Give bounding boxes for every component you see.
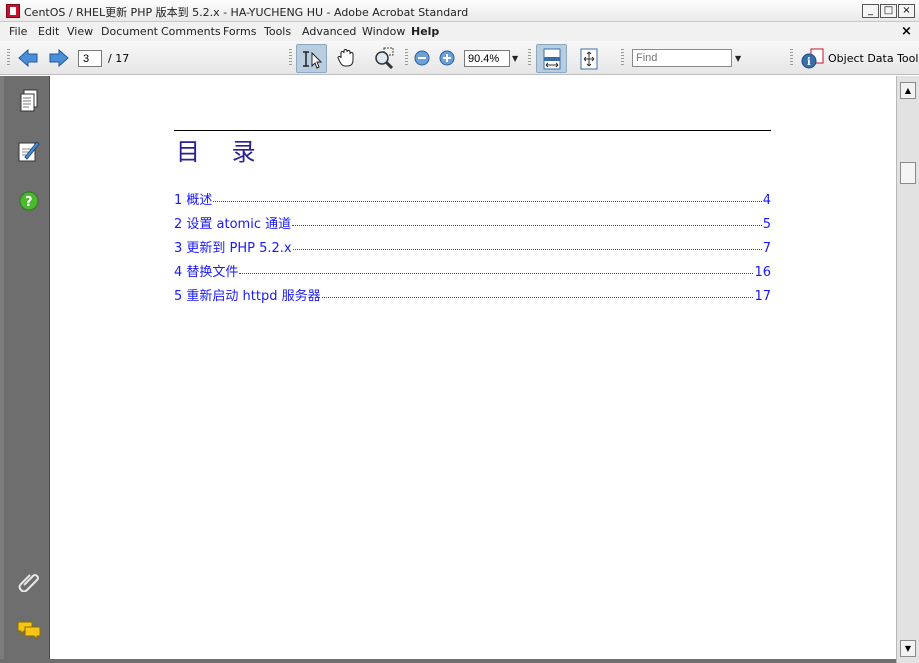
help-icon[interactable]: ? — [16, 188, 42, 214]
paperclip-icon[interactable] — [16, 568, 42, 594]
toc-entry-label[interactable]: 4 替换文件 — [174, 261, 238, 280]
toc-entry[interactable]: 1 概述 4 — [174, 189, 771, 208]
signature-icon[interactable] — [16, 138, 42, 164]
scrollbar-thumb[interactable] — [900, 162, 916, 184]
window-title: CentOS / RHEL更新 PHP 版本到 5.2.x - HA-YUCHE… — [24, 6, 469, 19]
fit-width-icon[interactable] — [536, 44, 567, 73]
zoom-dropdown-arrow[interactable]: ▼ — [512, 54, 518, 63]
toolbar-grip[interactable] — [289, 49, 292, 67]
toolbar-grip[interactable] — [621, 49, 624, 67]
select-text-icon[interactable] — [296, 44, 327, 73]
menu-advanced[interactable]: Advanced — [302, 25, 356, 38]
menu-comments[interactable]: Comments — [161, 25, 221, 38]
toolbar: ▼ ▼ i — [0, 41, 919, 75]
toc-entry-label[interactable]: 3 更新到 PHP 5.2.x — [174, 237, 292, 256]
acrobat-app-icon — [6, 4, 20, 18]
toc-entry[interactable]: 3 更新到 PHP 5.2.x 7 — [174, 237, 771, 256]
svg-text:i: i — [807, 57, 811, 68]
pages-icon[interactable] — [16, 88, 42, 114]
toc-leader — [321, 297, 754, 298]
menu-view[interactable]: View — [67, 25, 93, 38]
toc-entry-page[interactable]: 5 — [763, 217, 771, 232]
toc-leader — [239, 273, 754, 274]
toc-entry-page[interactable]: 7 — [763, 241, 771, 256]
toc-entry[interactable]: 2 设置 atomic 通道 5 — [174, 213, 771, 232]
toc-title: 目 录 — [176, 138, 268, 166]
zoom-marquee-icon[interactable] — [371, 46, 397, 70]
close-document-button[interactable]: × — [901, 24, 912, 39]
hand-icon[interactable] — [333, 46, 359, 70]
comments-icon[interactable] — [16, 618, 42, 644]
toolbar-grip[interactable] — [405, 49, 408, 67]
back-arrow-icon[interactable] — [16, 47, 40, 69]
toc-entry[interactable]: 4 替换文件 16 — [174, 261, 771, 280]
close-window-button[interactable]: × — [898, 4, 915, 18]
maximize-button[interactable]: □ — [880, 4, 897, 18]
vertical-scrollbar[interactable]: ▲ ▼ — [896, 76, 919, 663]
zoom-out-icon[interactable] — [413, 49, 431, 67]
toc-leader — [213, 201, 762, 202]
menu-edit[interactable]: Edit — [38, 25, 59, 38]
page-number-input[interactable] — [78, 50, 102, 67]
scroll-up-button[interactable]: ▲ — [900, 82, 916, 99]
page-total-label: / 17 — [108, 52, 130, 65]
find-input[interactable] — [632, 49, 732, 67]
toc-leader — [292, 249, 762, 250]
toc-leader — [292, 225, 762, 226]
zoom-level-input[interactable] — [464, 50, 510, 67]
menu-tools[interactable]: Tools — [264, 25, 291, 38]
title-bar: CentOS / RHEL更新 PHP 版本到 5.2.x - HA-YUCHE… — [0, 0, 919, 22]
toc-entry-label[interactable]: 1 概述 — [174, 189, 212, 208]
minimize-button[interactable]: _ — [862, 4, 879, 18]
toc-entry-page[interactable]: 16 — [754, 265, 771, 280]
toolbar-grip[interactable] — [790, 49, 793, 67]
scroll-down-button[interactable]: ▼ — [900, 640, 916, 657]
menu-file[interactable]: File — [9, 25, 27, 38]
menu-help[interactable]: Help — [411, 25, 439, 38]
object-data-tool-label[interactable]: Object Data Tool — [828, 52, 918, 65]
toolbar-grip[interactable] — [7, 49, 10, 67]
forward-arrow-icon[interactable] — [47, 47, 71, 69]
toc-entry-label[interactable]: 2 设置 atomic 通道 — [174, 213, 291, 232]
zoom-in-icon[interactable] — [438, 49, 456, 67]
menu-bar: File Edit View Document Comments Forms T… — [0, 22, 919, 41]
toc-entry-page[interactable]: 17 — [754, 289, 771, 304]
toolbar-grip[interactable] — [528, 49, 531, 67]
menu-window[interactable]: Window — [362, 25, 405, 38]
toc-entry-label[interactable]: 5 重新启动 httpd 服务器 — [174, 285, 321, 304]
svg-text:?: ? — [25, 195, 33, 210]
menu-document[interactable]: Document — [101, 25, 158, 38]
toc-entry-page[interactable]: 4 — [763, 193, 771, 208]
navigation-pane: ? — [0, 76, 50, 663]
menu-forms[interactable]: Forms — [223, 25, 256, 38]
toc-divider — [174, 130, 771, 131]
fit-page-icon[interactable] — [576, 46, 602, 71]
toc-entry[interactable]: 5 重新启动 httpd 服务器 17 — [174, 285, 771, 304]
object-data-icon[interactable]: i — [800, 47, 826, 71]
find-dropdown-arrow[interactable]: ▼ — [735, 54, 741, 63]
window-bottom-edge — [0, 659, 896, 663]
